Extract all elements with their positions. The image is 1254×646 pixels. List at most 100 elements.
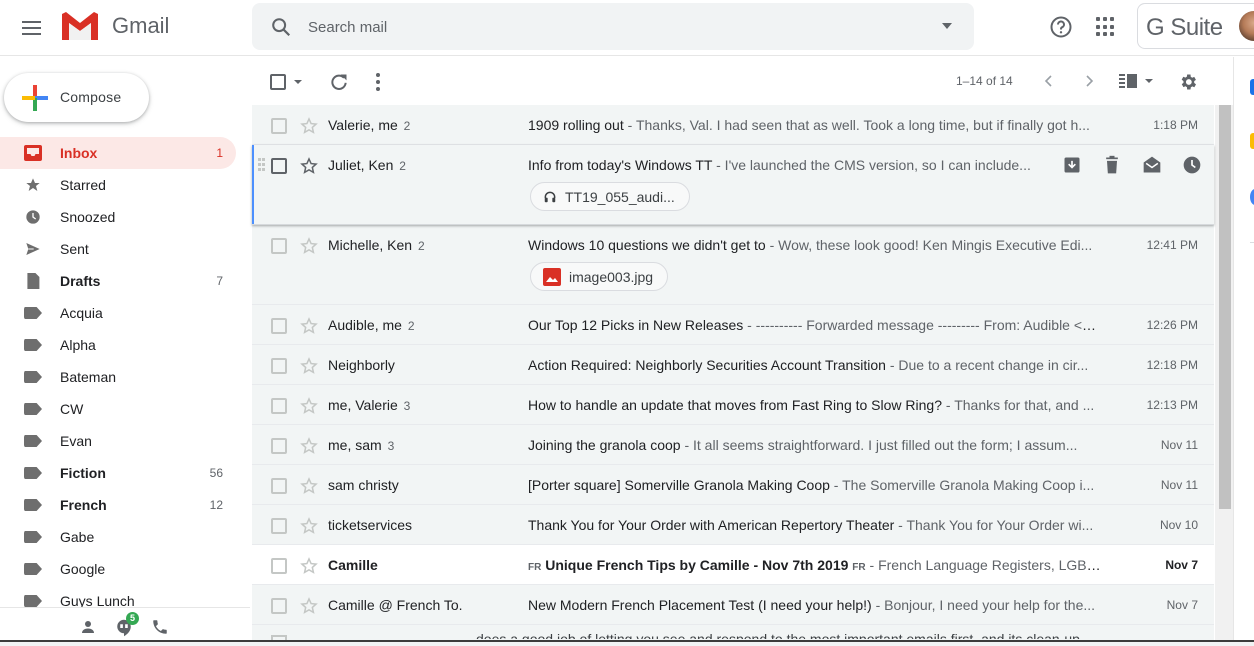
row-checkbox[interactable] — [271, 358, 287, 374]
sidebar-item-drafts[interactable]: Drafts 7 — [0, 265, 236, 297]
row-checkbox[interactable] — [271, 238, 287, 254]
sidebar-item-cw[interactable]: CW — [0, 393, 236, 425]
sidebar-item-french[interactable]: French 12 — [0, 489, 236, 521]
star-icon[interactable] — [299, 596, 319, 621]
contacts-icon[interactable] — [79, 618, 97, 636]
email-content: Info from today's Windows TT - I've laun… — [528, 157, 1042, 173]
label-icon — [24, 371, 42, 383]
gear-icon[interactable] — [1178, 72, 1198, 92]
calendar-icon[interactable] — [1250, 79, 1254, 95]
tasks-icon[interactable] — [1250, 189, 1254, 205]
email-row[interactable]: Audible, me 2 Our Top 12 Picks in New Rel… — [252, 305, 1214, 345]
phone-icon[interactable] — [151, 618, 169, 636]
star-icon[interactable] — [299, 236, 319, 261]
sidebar-item-label: French — [60, 497, 107, 513]
menu-icon[interactable] — [20, 16, 44, 40]
row-checkbox[interactable] — [271, 398, 287, 414]
search-icon[interactable] — [270, 16, 292, 38]
email-content: How to handle an update that moves from … — [528, 397, 1102, 413]
sidebar-item-inbox[interactable]: Inbox 1 — [0, 137, 236, 169]
email-date: Nov 7 — [1165, 558, 1198, 572]
row-checkbox[interactable] — [271, 518, 287, 534]
email-row[interactable]: Camille @ French To. New Modern French Pl… — [252, 585, 1214, 625]
row-checkbox[interactable] — [271, 558, 287, 574]
gmail-logo[interactable] — [60, 10, 100, 42]
label-count: 56 — [209, 466, 223, 480]
search-input[interactable] — [308, 15, 908, 39]
select-dropdown-icon[interactable] — [294, 80, 302, 84]
sidebar-item-evan[interactable]: Evan — [0, 425, 236, 457]
chevron-left-icon[interactable] — [1042, 73, 1056, 89]
star-icon[interactable] — [299, 156, 319, 181]
sidebar-item-acquia[interactable]: Acquia — [0, 297, 236, 329]
compose-button[interactable]: Compose — [4, 73, 149, 122]
row-checkbox[interactable] — [271, 158, 287, 174]
email-date: 12:18 PM — [1146, 358, 1198, 372]
email-snippet: - The Somerville Granola Making Coop i..… — [829, 477, 1095, 493]
email-content: Our Top 12 Picks in New Releases - -----… — [528, 317, 1102, 333]
label-icon — [24, 435, 42, 447]
email-snippet: - Thank You for Your Order wi... — [894, 517, 1094, 533]
row-checkbox[interactable] — [271, 598, 287, 614]
sidebar-item-google[interactable]: Google — [0, 553, 236, 585]
subject-suffix: FR — [852, 562, 866, 573]
star-icon[interactable] — [299, 556, 319, 581]
split-pane-icon[interactable] — [1119, 74, 1137, 88]
row-checkbox[interactable] — [271, 438, 287, 454]
email-row[interactable]: sam christy [Porter square] Somerville Gr… — [252, 465, 1214, 505]
search-options-icon[interactable] — [942, 23, 952, 29]
email-row[interactable]: me, Valerie 3 How to handle an update tha… — [252, 385, 1214, 425]
refresh-icon[interactable] — [329, 72, 349, 92]
help-icon[interactable] — [1049, 15, 1073, 39]
email-sender: Camille — [328, 557, 378, 573]
split-pane-dropdown-icon[interactable] — [1145, 79, 1153, 83]
image-icon — [543, 267, 561, 286]
gsuite-badge[interactable]: G Suite — [1137, 3, 1254, 49]
star-icon[interactable] — [299, 116, 319, 141]
row-checkbox[interactable] — [271, 318, 287, 334]
star-icon[interactable] — [299, 516, 319, 541]
email-sender: Michelle, Ken 2 — [328, 237, 425, 253]
archive-icon[interactable] — [1062, 155, 1082, 175]
row-checkbox[interactable] — [271, 118, 287, 134]
sidebar-item-label: Gabe — [60, 529, 95, 545]
email-row[interactable]: Michelle, Ken 2 Windows 10 questions we d… — [252, 225, 1214, 305]
sidebar-item-label: Bateman — [60, 369, 117, 385]
apps-icon[interactable] — [1096, 17, 1116, 37]
email-row[interactable]: Neighborly Action Required: Neighborly Se… — [252, 345, 1214, 385]
keep-icon[interactable] — [1250, 133, 1254, 149]
star-icon[interactable] — [299, 396, 319, 421]
star-icon[interactable] — [299, 356, 319, 381]
select-all-checkbox[interactable] — [270, 74, 286, 90]
email-snippet: - French Language Registers, LGBTQ... — [865, 557, 1103, 573]
drag-handle-icon[interactable] — [258, 158, 265, 172]
sidebar-item-alpha[interactable]: Alpha — [0, 329, 236, 361]
mark-read-icon[interactable] — [1142, 155, 1162, 175]
star-icon[interactable] — [299, 476, 319, 501]
star-icon[interactable] — [299, 316, 319, 341]
sidebar-item-snoozed[interactable]: Snoozed — [0, 201, 236, 233]
star-icon[interactable] — [299, 436, 319, 461]
email-row[interactable]: Juliet, Ken 2 Info from today's Windows T… — [252, 145, 1214, 225]
attachment-chip[interactable]: image003.jpg — [530, 262, 669, 291]
sidebar-item-bateman[interactable]: Bateman — [0, 361, 236, 393]
top-bar: Gmail G Suite — [0, 0, 1254, 56]
snooze-icon[interactable] — [1182, 155, 1202, 175]
sender-name: Juliet, Ken — [328, 157, 394, 173]
sidebar-item-starred[interactable]: Starred — [0, 169, 236, 201]
sidebar-item-fiction[interactable]: Fiction 56 — [0, 457, 236, 489]
label-icon — [24, 531, 42, 543]
more-icon[interactable] — [376, 73, 380, 91]
email-row[interactable]: ticketservices Thank You for Your Order w… — [252, 505, 1214, 545]
sidebar-item-gabe[interactable]: Gabe — [0, 521, 236, 553]
email-row[interactable]: Valerie, me 2 1909 rolling out - Thanks, … — [252, 105, 1214, 145]
email-row[interactable]: Camille FR Unique French Tips by Camille … — [252, 545, 1214, 585]
delete-icon[interactable] — [1102, 155, 1122, 175]
sidebar-item-sent[interactable]: Sent — [0, 233, 236, 265]
scrollbar-thumb[interactable] — [1219, 105, 1231, 509]
attachment-chip[interactable]: TT19_055_audi... — [530, 182, 690, 211]
chevron-right-icon[interactable] — [1082, 73, 1096, 89]
search-bar[interactable] — [252, 3, 974, 50]
email-row[interactable]: me, sam 3 Joining the granola coop - It a… — [252, 425, 1214, 465]
row-checkbox[interactable] — [271, 478, 287, 494]
